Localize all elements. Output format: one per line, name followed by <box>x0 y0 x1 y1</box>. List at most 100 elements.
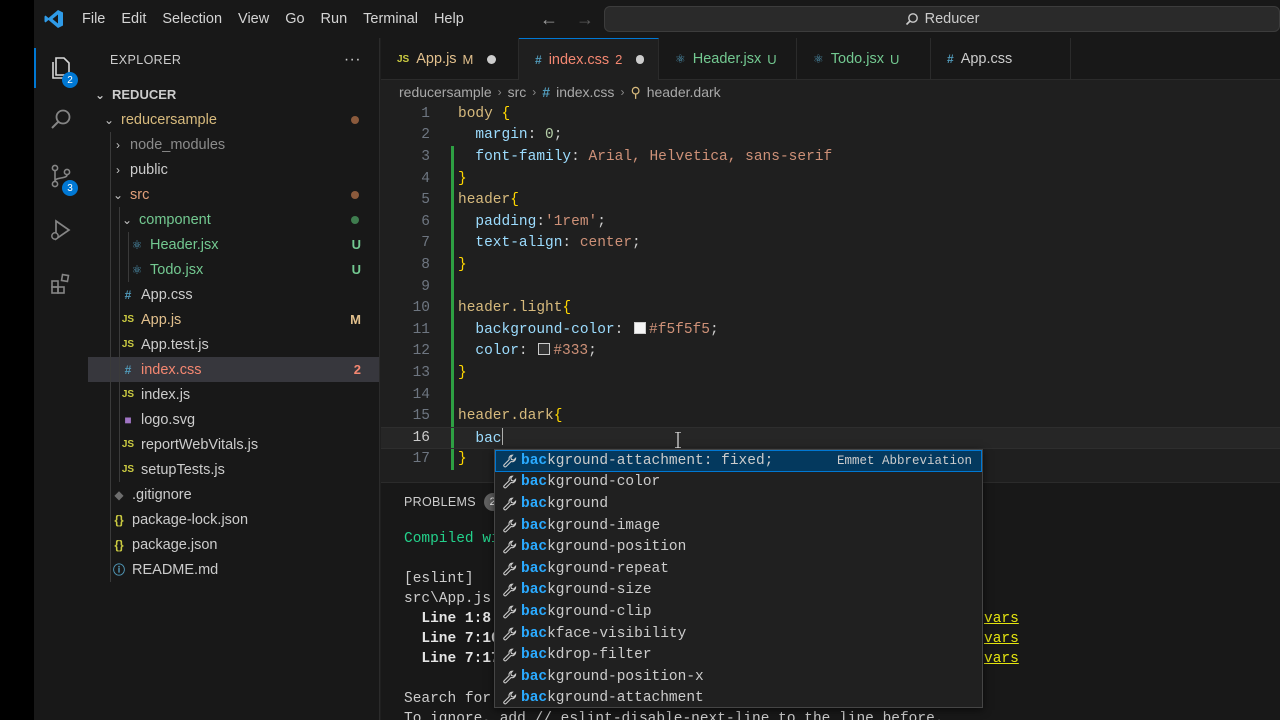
suggestion-item[interactable]: bac kground-image <box>495 515 982 537</box>
suggestion-item[interactable]: bac kground-clip <box>495 601 982 623</box>
tree-item[interactable]: ⌄ reducersample <box>88 107 379 132</box>
breadcrumb-file[interactable]: index.css <box>556 84 614 100</box>
token-num: 0 <box>545 127 554 144</box>
unsaved-dot-icon[interactable] <box>636 55 644 64</box>
git-added-indicator <box>451 211 454 233</box>
line-number: 7 <box>421 235 430 252</box>
terminal-link[interactable]: vars <box>984 651 1019 667</box>
tree-item[interactable]: {} package.json <box>88 532 379 557</box>
color-swatch[interactable] <box>634 321 647 334</box>
tree-item-label: node_modules <box>130 136 226 153</box>
chevron-right-icon: › <box>532 85 537 99</box>
token-val: #333 <box>553 343 589 360</box>
tab-todo-jsx[interactable]: ⚛ Todo.jsx U <box>797 38 931 80</box>
suggestion-match: bac <box>521 582 548 599</box>
terminal-link[interactable]: vars <box>984 611 1019 627</box>
gutter <box>430 189 458 211</box>
terminal-link[interactable]: vars <box>984 631 1019 647</box>
suggestion-rest: kface-visibility <box>547 625 687 642</box>
tree-item[interactable]: JS setupTests.js <box>88 457 379 482</box>
suggestion-item[interactable]: bac kground-attachment <box>495 688 982 707</box>
menu-edit[interactable]: Edit <box>113 0 154 38</box>
tree-item[interactable]: ⚛ Todo.jsx U <box>88 257 379 282</box>
color-swatch[interactable] <box>538 343 551 356</box>
line-number: 11 <box>412 321 430 338</box>
tab-problems[interactable]: PROBLEMS <box>404 495 476 509</box>
menu-view[interactable]: View <box>230 0 277 38</box>
source-control-activity[interactable]: 3 <box>34 152 88 200</box>
line-number: 13 <box>412 364 430 381</box>
gutter <box>430 146 458 168</box>
code-line: 2 margin: 0; <box>381 125 1280 147</box>
menu-run[interactable]: Run <box>313 0 356 38</box>
suggestion-item[interactable]: bac kground-attachment: fixed; Emmet Abbre… <box>495 450 982 472</box>
line-number: 4 <box>421 170 430 187</box>
activity-bar: 2 3 <box>34 38 88 720</box>
explorer-header: EXPLORER ··· <box>88 38 379 82</box>
tree-item[interactable]: {} package-lock.json <box>88 507 379 532</box>
back-arrow-icon[interactable]: ← <box>540 9 558 30</box>
menu-go[interactable]: Go <box>277 0 312 38</box>
tree-item[interactable]: ⌄ src <box>88 182 379 207</box>
chevron-down-icon: ⌄ <box>103 112 115 127</box>
git-added-indicator <box>451 167 454 190</box>
tree-item[interactable]: ⚛ Header.jsx U <box>88 232 379 257</box>
tree-item[interactable]: ⓘ README.md <box>88 557 379 582</box>
menu-file[interactable]: File <box>74 0 113 38</box>
menu-terminal[interactable]: Terminal <box>355 0 426 38</box>
gutter <box>430 319 458 341</box>
tab-app-css[interactable]: # App.css <box>931 38 1071 80</box>
tree-item-label: reportWebVitals.js <box>141 436 259 453</box>
breadcrumb-project[interactable]: reducersample <box>399 84 492 100</box>
menu-selection[interactable]: Selection <box>154 0 230 38</box>
tree-item[interactable]: JS App.js M <box>88 307 379 332</box>
tree-item[interactable]: JS App.test.js <box>88 332 379 357</box>
run-debug-activity[interactable] <box>34 206 88 254</box>
suggestion-item[interactable]: bac kground-position <box>495 536 982 558</box>
tree-item[interactable]: › node_modules <box>88 132 379 157</box>
tab-index-css[interactable]: # index.css 2 <box>519 38 659 80</box>
tree-item[interactable]: ⌄ component <box>88 207 379 232</box>
tree-item[interactable]: JS reportWebVitals.js <box>88 432 379 457</box>
info-file-icon: ⓘ <box>112 563 125 577</box>
suggestion-item[interactable]: bac kface-visibility <box>495 623 982 645</box>
suggestion-match: bac <box>521 474 548 491</box>
suggestion-rest: kground-image <box>547 517 661 534</box>
workspace-root[interactable]: ⌄ REDUCER <box>88 82 379 107</box>
suggestion-item[interactable]: bac kground <box>495 493 982 515</box>
tree-item[interactable]: JS index.js <box>88 382 379 407</box>
forward-arrow-icon[interactable]: → <box>576 9 594 30</box>
command-center-search[interactable]: Reducer <box>604 6 1280 32</box>
tree-item[interactable]: ◆ .gitignore <box>88 482 379 507</box>
token-val: center <box>579 235 633 252</box>
code-editor[interactable]: 1 body {2 margin: 0; 3 font-family: Arial,… <box>381 104 1280 482</box>
suggestion-item[interactable]: bac kground-position-x <box>495 666 982 688</box>
suggestion-item[interactable]: bac kdrop-filter <box>495 644 982 666</box>
tab-app-js[interactable]: JS App.js M <box>381 38 519 80</box>
run-debug-icon <box>51 219 71 241</box>
more-actions-icon[interactable]: ··· <box>344 51 361 69</box>
tree-item[interactable]: # App.css <box>88 282 379 307</box>
menu-help[interactable]: Help <box>426 0 472 38</box>
indent-guide <box>110 207 111 232</box>
suggestion-item[interactable]: bac kground-color <box>495 472 982 494</box>
code-line: 8} <box>381 254 1280 276</box>
css-file-icon: # <box>947 52 954 66</box>
tree-item[interactable]: # index.css 2 <box>88 357 379 382</box>
extensions-activity[interactable] <box>34 260 88 308</box>
token-punc <box>458 343 475 359</box>
unsaved-dot-icon[interactable] <box>487 54 497 64</box>
token-punc <box>458 149 475 165</box>
tree-item[interactable]: › public <box>88 157 379 182</box>
breadcrumb-symbol[interactable]: header.dark <box>647 84 721 100</box>
explorer-sidebar: EXPLORER ··· ⌄ REDUCER ⌄ reducersample › no… <box>88 38 380 720</box>
token-sel: header <box>458 192 511 209</box>
suggestion-item[interactable]: bac kground-repeat <box>495 558 982 580</box>
breadcrumb-folder[interactable]: src <box>508 84 527 100</box>
suggestion-item[interactable]: bac kground-size <box>495 580 982 602</box>
git-added-indicator <box>451 254 454 276</box>
tree-item[interactable]: ■ logo.svg <box>88 407 379 432</box>
explorer-activity[interactable]: 2 <box>34 44 88 92</box>
tab-header-jsx[interactable]: ⚛ Header.jsx U <box>659 38 797 80</box>
search-activity[interactable] <box>34 96 88 144</box>
